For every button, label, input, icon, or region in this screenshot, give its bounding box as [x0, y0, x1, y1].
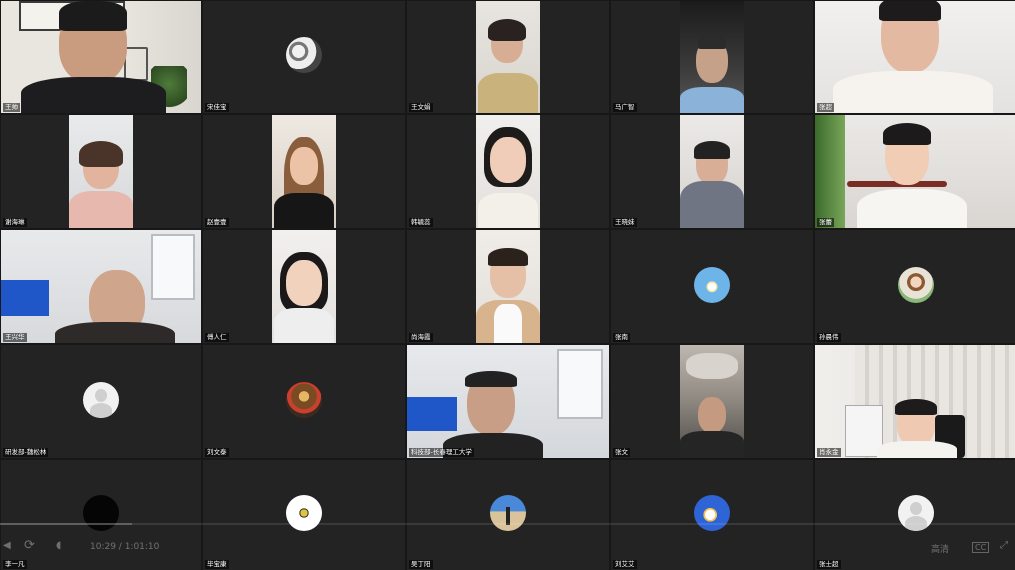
participant-tile[interactable]: 王晓妹	[611, 115, 813, 228]
participant-tile[interactable]: 肖永金	[815, 345, 1015, 458]
participant-tile[interactable]: 科技部-长春理工大学	[407, 345, 609, 458]
avatar	[286, 381, 322, 418]
participant-tile[interactable]: 刘艾艾	[611, 460, 813, 570]
participant-tile[interactable]: 傅人仁	[203, 230, 405, 343]
participant-name: 尚海霞	[409, 333, 433, 342]
video-feed	[815, 115, 1015, 228]
participant-name: 马广智	[613, 103, 637, 112]
avatar	[83, 495, 119, 531]
participant-tile[interactable]: 马广智	[611, 1, 813, 113]
participant-tile[interactable]: 谢海琳	[1, 115, 201, 228]
participant-tile[interactable]: 宋佳宝	[203, 1, 405, 113]
participant-name: 研发部-魏松林	[3, 448, 49, 457]
participant-name: 科技部-长春理工大学	[409, 448, 474, 457]
participant-name: 吴丁阳	[409, 560, 433, 569]
participant-name: 宋佳宝	[205, 103, 229, 112]
video-feed	[1, 230, 201, 343]
video-feed	[476, 1, 540, 113]
participant-tile[interactable]: 张文	[611, 345, 813, 458]
video-feed	[680, 1, 744, 113]
avatar	[286, 37, 322, 73]
avatar	[694, 266, 730, 303]
avatar	[490, 495, 526, 531]
video-feed	[272, 230, 336, 343]
video-feed	[272, 115, 336, 228]
participant-tile[interactable]: 尚海霞	[407, 230, 609, 343]
video-feed	[69, 115, 133, 228]
video-feed	[815, 345, 1015, 458]
participant-name: 刘文泰	[205, 448, 229, 457]
participant-tile[interactable]: 张超	[815, 1, 1015, 113]
participant-name: 肖永金	[817, 448, 841, 457]
video-feed	[815, 1, 1015, 113]
participant-tile[interactable]: 刘文泰	[203, 345, 405, 458]
participant-name: 张超	[817, 103, 834, 112]
participant-name: 王文娟	[409, 103, 433, 112]
avatar	[897, 495, 934, 531]
participant-name: 赵壹壹	[205, 218, 229, 227]
participant-tile[interactable]: 李一凡	[1, 460, 201, 570]
participant-name: 谢海琳	[3, 218, 27, 227]
video-feed	[407, 345, 609, 458]
avatar	[694, 495, 730, 531]
participant-tile[interactable]: 王帅	[1, 1, 201, 113]
participant-name: 王帅	[3, 103, 20, 112]
participant-name: 张文	[613, 448, 630, 457]
participant-tile[interactable]: 张蕾	[815, 115, 1015, 228]
video-grid: 王帅 宋佳宝 王文娟 马广智 张超 谢海琳 赵壹壹 韩毓蕊 王晓妹 张蕾 王兴华…	[0, 0, 1015, 570]
participant-tile[interactable]: 研发部-魏松林	[1, 345, 201, 458]
participant-tile[interactable]: 赵壹壹	[203, 115, 405, 228]
participant-tile[interactable]: 张南	[611, 230, 813, 343]
participant-tile[interactable]: 王文娟	[407, 1, 609, 113]
participant-name: 王兴华	[3, 333, 27, 342]
participant-name: 张士超	[817, 560, 841, 569]
participant-name: 傅人仁	[205, 333, 229, 342]
participant-tile[interactable]: 毕宝康	[203, 460, 405, 570]
participant-name: 毕宝康	[205, 560, 229, 569]
participant-tile[interactable]: 张士超	[815, 460, 1015, 570]
participant-name: 韩毓蕊	[409, 218, 433, 227]
participant-tile[interactable]: 孙晨伟	[815, 230, 1015, 343]
avatar	[83, 381, 119, 418]
avatar	[286, 495, 322, 531]
video-feed	[476, 230, 540, 343]
participant-tile[interactable]: 吴丁阳	[407, 460, 609, 570]
video-feed	[476, 115, 540, 228]
video-feed	[1, 1, 201, 113]
participant-name: 刘艾艾	[613, 560, 637, 569]
participant-tile[interactable]: 韩毓蕊	[407, 115, 609, 228]
participant-name: 张蕾	[817, 218, 834, 227]
avatar	[897, 266, 934, 303]
participant-name: 王晓妹	[613, 218, 637, 227]
video-feed	[680, 115, 744, 228]
participant-tile[interactable]: 王兴华	[1, 230, 201, 343]
participant-name: 张南	[613, 333, 630, 342]
participant-name: 孙晨伟	[817, 333, 841, 342]
participant-name: 李一凡	[3, 560, 27, 569]
video-feed	[680, 345, 744, 458]
